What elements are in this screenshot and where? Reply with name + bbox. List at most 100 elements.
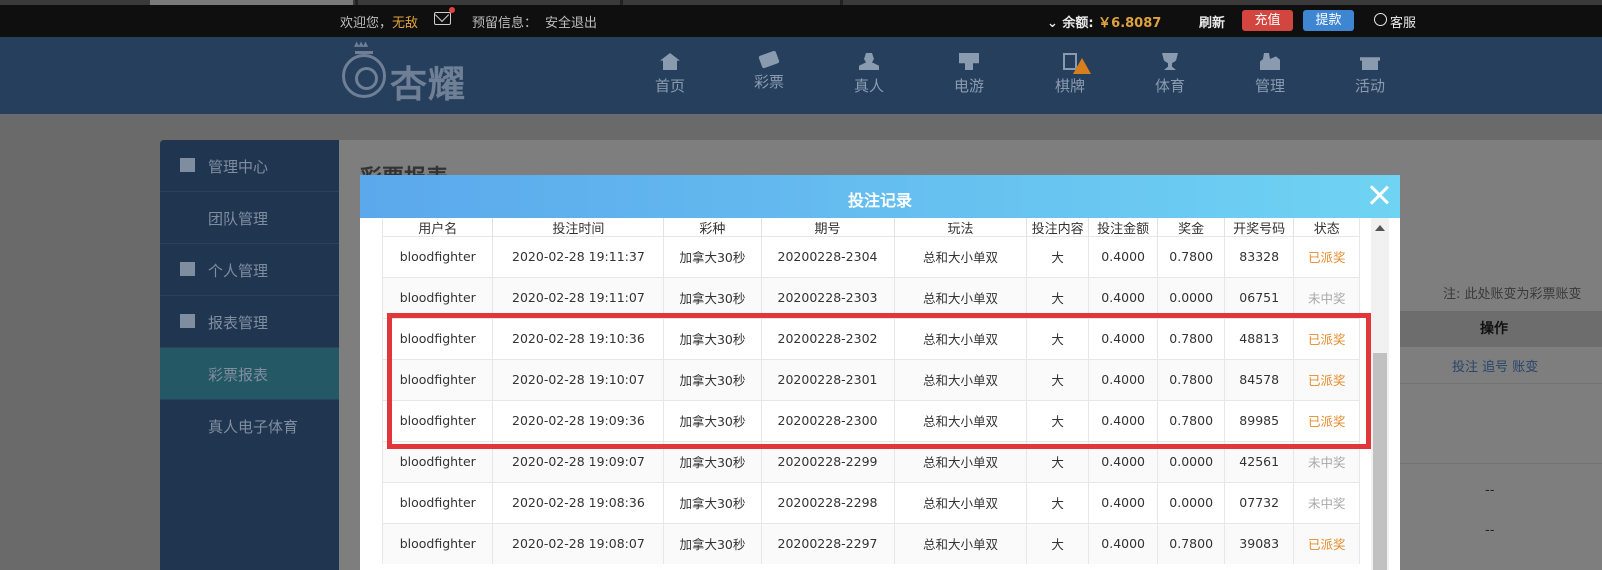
nav-chess[interactable]: 棋牌	[1040, 53, 1100, 96]
table-cell: 20200228-2304	[760, 235, 894, 277]
table-cell: 总和大小单双	[893, 481, 1027, 523]
sidebar-item-management-center[interactable]: 管理中心	[160, 140, 339, 192]
logout-link[interactable]: 安全退出	[545, 12, 597, 31]
table-cell: 大	[1026, 235, 1089, 277]
nav-label: 体育	[1154, 77, 1185, 95]
crown-icon	[354, 40, 373, 54]
column-header: 投注时间	[492, 218, 664, 236]
sidebar-item-personal[interactable]: 个人管理	[160, 244, 339, 296]
nav-events[interactable]: 活动	[1340, 53, 1400, 96]
sidebar-item-label: 彩票报表	[208, 366, 269, 384]
divider	[1372, 383, 1602, 384]
sidebar-item-team[interactable]: 团队管理	[160, 192, 339, 244]
table-cell: bloodfighter	[382, 522, 493, 564]
column-header: 玩法	[893, 218, 1027, 236]
nav-label: 彩票	[753, 73, 784, 91]
logo-mark	[342, 54, 386, 98]
column-header: 彩种	[663, 218, 762, 236]
nav-label: 管理	[1254, 77, 1285, 95]
nav-label: 电游	[953, 77, 984, 95]
column-header: 投注内容	[1026, 218, 1089, 236]
balance[interactable]: ⌄ 余额: ￥6.8087	[1047, 12, 1161, 31]
home-icon	[660, 53, 680, 70]
table-cell: 0.4000	[1087, 522, 1158, 564]
ticket-icon	[758, 50, 780, 69]
sidebar: 管理中心 团队管理 个人管理 报表管理 彩票报表 真人电子体育	[160, 140, 339, 570]
nav-manage[interactable]: 管理	[1240, 53, 1300, 96]
status-badge: 未中奖	[1293, 481, 1360, 523]
status-badge: 已派奖	[1293, 235, 1360, 277]
mail-icon[interactable]	[434, 7, 455, 25]
withdraw-button[interactable]: 提款	[1303, 10, 1354, 31]
column-header: 状态	[1293, 218, 1360, 236]
table-cell: 06751	[1223, 276, 1294, 318]
nav-sports[interactable]: 体育	[1140, 53, 1200, 96]
table-cell: 0.0000	[1157, 481, 1225, 523]
sidebar-item-live-slots-sports[interactable]: 真人电子体育	[160, 400, 339, 452]
account-note: 注: 此处账变为彩票账变	[1443, 287, 1582, 302]
service-label: 客服	[1390, 16, 1417, 31]
table-cell: bloodfighter	[382, 235, 493, 277]
table-cell: bloodfighter	[382, 481, 493, 523]
table-cell: 2020-02-28 19:08:36	[492, 481, 664, 523]
highlight-box	[387, 313, 1371, 449]
group-icon	[180, 158, 195, 172]
scroll-thumb[interactable]	[1373, 353, 1387, 570]
group-icon	[1260, 53, 1280, 70]
browser-tab-strip	[0, 0, 1602, 5]
table-cell: 加拿大30秒	[663, 481, 762, 523]
table-row[interactable]: bloodfighter 2020-02-28 19:08:36 加拿大30秒 202…	[382, 481, 1360, 523]
sidebar-item-reports[interactable]: 报表管理	[160, 296, 339, 348]
table-cell: 大	[1026, 276, 1089, 318]
table-cell: 加拿大30秒	[663, 276, 762, 318]
table-row[interactable]: bloodfighter 2020-02-28 19:11:07 加拿大30秒 202…	[382, 276, 1360, 318]
operation-header: 操作	[1480, 321, 1508, 337]
table-header-row: 用户名 投注时间 彩种 期号 玩法 投注内容 投注金额 奖金 开奖号码 状态	[382, 218, 1360, 236]
table-row[interactable]: bloodfighter 2020-02-28 19:08:07 加拿大30秒 202…	[382, 522, 1360, 564]
nav-live[interactable]: 真人	[839, 53, 899, 96]
table-cell: 0.4000	[1087, 276, 1158, 318]
gift-icon	[1360, 57, 1380, 70]
nav-lottery[interactable]: 彩票	[739, 50, 799, 92]
notification-dot	[449, 7, 455, 13]
nav-slots[interactable]: 电游	[939, 53, 999, 96]
table-cell: 20200228-2298	[760, 481, 894, 523]
scroll-up-arrow-icon[interactable]	[1375, 225, 1385, 231]
table-cell: 2020-02-28 19:08:07	[492, 522, 664, 564]
person-icon	[180, 262, 195, 276]
status-badge: 未中奖	[1293, 276, 1360, 318]
customer-service-link[interactable]: 客服	[1374, 12, 1416, 31]
table-row[interactable]: bloodfighter 2020-02-28 19:11:37 加拿大30秒 202…	[382, 235, 1360, 277]
recharge-button[interactable]: 充值	[1242, 10, 1293, 31]
close-icon[interactable]	[1366, 182, 1392, 208]
table-cell: 加拿大30秒	[663, 522, 762, 564]
column-header: 开奖号码	[1223, 218, 1294, 236]
nav-home[interactable]: 首页	[640, 53, 700, 96]
scrollbar[interactable]	[1371, 218, 1389, 570]
table-cell: 2020-02-28 19:11:07	[492, 276, 664, 318]
table-cell: 加拿大30秒	[663, 235, 762, 277]
column-header: 期号	[760, 218, 894, 236]
table-cell: 2020-02-28 19:11:37	[492, 235, 664, 277]
username[interactable]: 无敌	[392, 16, 418, 31]
person-icon	[859, 53, 879, 70]
row-action-links[interactable]: 投注 追号 账变	[1452, 356, 1538, 375]
sidebar-item-lottery-report[interactable]: 彩票报表	[160, 348, 339, 400]
refresh-link[interactable]: 刷新	[1199, 12, 1225, 31]
table-cell: 20200228-2297	[760, 522, 894, 564]
welcome-text: 欢迎您，无敌	[340, 12, 418, 31]
sidebar-item-label: 管理中心	[208, 158, 269, 176]
warning-icon	[1073, 58, 1091, 74]
balance-label: 余额:	[1062, 16, 1094, 31]
empty-cell: --	[1485, 523, 1495, 538]
modal-header: 投注记录	[360, 175, 1400, 218]
table-cell: 83328	[1223, 235, 1294, 277]
sidebar-item-label: 真人电子体育	[208, 418, 299, 436]
column-header: 奖金	[1157, 218, 1225, 236]
trophy-icon	[1162, 53, 1178, 70]
column-header: 用户名	[382, 218, 493, 236]
reserve-info-label: 预留信息：	[472, 16, 538, 31]
table-cell: 总和大小单双	[893, 522, 1027, 564]
table-cell: 0.0000	[1157, 276, 1225, 318]
table-cell: 总和大小单双	[893, 235, 1027, 277]
